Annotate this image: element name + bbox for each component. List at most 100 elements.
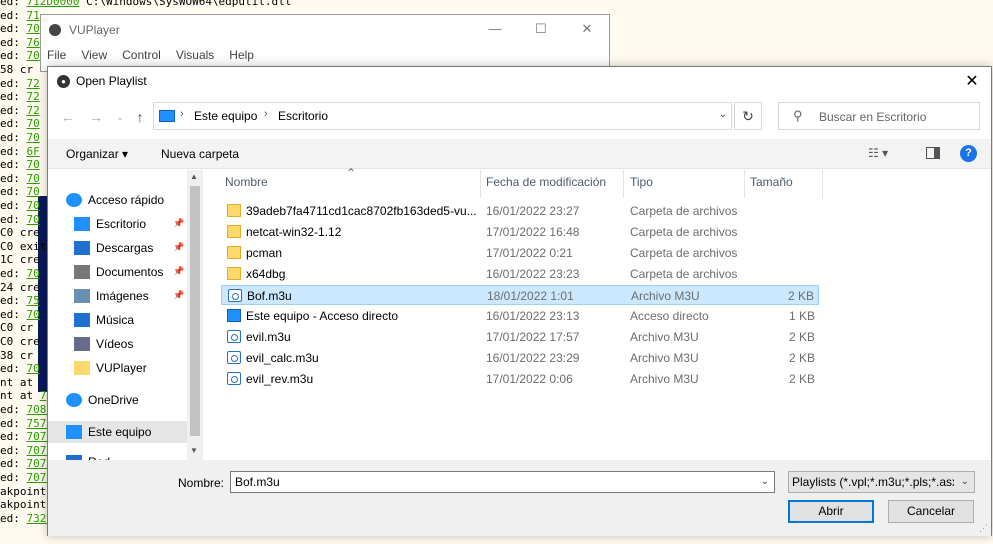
- nav-scroll-thumb[interactable]: [190, 186, 200, 436]
- refresh-icon[interactable]: ↻: [734, 102, 762, 130]
- download-icon: [74, 241, 90, 255]
- up-arrow-icon[interactable]: ↑: [130, 107, 150, 127]
- maximize-icon[interactable]: ☐: [531, 19, 551, 39]
- nav-item-documentos[interactable]: Documentos: [48, 261, 187, 283]
- log-prefix: nt at: [0, 389, 40, 403]
- log-address[interactable]: 70: [27, 362, 40, 375]
- log-address[interactable]: 70: [27, 49, 40, 62]
- log-address[interactable]: 70: [27, 131, 40, 144]
- log-address[interactable]: 71: [27, 9, 40, 22]
- pin-icon[interactable]: 📌: [173, 266, 184, 277]
- nav-item-este-equipo[interactable]: Este equipo: [48, 421, 187, 443]
- log-address[interactable]: 72: [27, 90, 40, 103]
- log-address[interactable]: 72: [27, 104, 40, 117]
- file-row[interactable]: evil.m3u 17/01/2022 17:57 Archivo M3U 2 KB: [221, 327, 819, 347]
- log-address[interactable]: 70: [27, 185, 40, 198]
- log-address[interactable]: 7: [40, 389, 47, 402]
- nav-item-acceso-rápido[interactable]: Acceso rápido: [48, 189, 187, 211]
- log-address[interactable]: 70: [27, 199, 40, 212]
- open-button[interactable]: Abrir: [788, 500, 874, 523]
- chevron-down-icon[interactable]: ⌄: [761, 476, 769, 487]
- chevron-down-icon[interactable]: ⌄: [719, 109, 727, 120]
- resize-grip-icon[interactable]: ⋰: [979, 523, 988, 534]
- file-type: Archivo M3U: [630, 330, 699, 344]
- column-divider[interactable]: [623, 170, 624, 198]
- column-header-size[interactable]: Tamaño: [750, 175, 793, 189]
- menu-file[interactable]: File: [47, 48, 66, 62]
- nav-scrollbar[interactable]: ▲ ▼: [187, 170, 203, 460]
- nav-item-onedrive[interactable]: OneDrive: [48, 389, 187, 411]
- file-row[interactable]: netcat-win32-1.12 17/01/2022 16:48 Carpeta…: [221, 222, 819, 242]
- nav-item-música[interactable]: Música: [48, 309, 187, 331]
- nav-item-vídeos[interactable]: Vídeos: [48, 333, 187, 355]
- breadcrumb-escritorio[interactable]: Escritorio: [278, 109, 328, 123]
- minimize-icon[interactable]: —: [485, 19, 505, 39]
- organize-button[interactable]: Organizar ▾: [66, 147, 128, 161]
- nav-item-red[interactable]: Red: [48, 451, 187, 460]
- pin-icon[interactable]: 📌: [173, 290, 184, 301]
- address-bar[interactable]: › Este equipo › Escritorio ⌄: [153, 102, 732, 130]
- scroll-up-icon[interactable]: ▲: [190, 172, 198, 181]
- log-prefix: ed:: [0, 457, 27, 471]
- file-row[interactable]: Bof.m3u 18/01/2022 1:01 Archivo M3U 2 KB: [221, 285, 819, 305]
- nav-item-descargas[interactable]: Descargas: [48, 237, 187, 259]
- breadcrumb-este-equipo[interactable]: Este equipo: [194, 109, 257, 123]
- column-divider[interactable]: [744, 170, 745, 198]
- column-header-type[interactable]: Tipo: [630, 175, 653, 189]
- log-address[interactable]: 70: [27, 172, 40, 185]
- log-prefix: ed:: [0, 267, 27, 280]
- file-row[interactable]: x64dbg 16/01/2022 23:23 Carpeta de archivo…: [221, 264, 819, 284]
- dialog-close-icon[interactable]: ✕: [959, 70, 985, 94]
- log-address[interactable]: 70: [27, 213, 40, 226]
- log-address[interactable]: 70: [27, 267, 40, 280]
- back-arrow-icon[interactable]: ←: [58, 107, 78, 127]
- file-row[interactable]: pcman 17/01/2022 0:21 Carpeta de archivos: [221, 243, 819, 263]
- pin-icon[interactable]: 📌: [173, 218, 184, 229]
- chevron-down-icon[interactable]: ⌄: [961, 476, 969, 487]
- log-address[interactable]: 76: [27, 36, 40, 49]
- column-divider[interactable]: [822, 170, 823, 198]
- pin-icon[interactable]: 📌: [173, 242, 184, 253]
- search-input[interactable]: ⚲ Buscar en Escritorio: [778, 102, 980, 130]
- log-address[interactable]: 70: [27, 158, 40, 171]
- forward-arrow-icon[interactable]: →: [86, 107, 106, 127]
- menu-help[interactable]: Help: [229, 48, 254, 62]
- nav-item-vuplayer[interactable]: VUPlayer: [48, 357, 187, 379]
- log-line: 38 cr: [0, 349, 33, 362]
- file-row[interactable]: evil_rev.m3u 17/01/2022 0:06 Archivo M3U 2 …: [221, 369, 819, 389]
- log-address[interactable]: 72: [27, 77, 40, 90]
- log-address[interactable]: 70: [27, 22, 40, 35]
- file-row[interactable]: 39adeb7fa4711cd1cac8702fb163ded5-vu... 16…: [221, 201, 819, 221]
- menu-control[interactable]: Control: [122, 48, 161, 62]
- view-options-icon[interactable]: ☷ ▾: [868, 146, 888, 160]
- log-address[interactable]: 712D0000: [27, 0, 80, 8]
- file-row[interactable]: Este equipo - Acceso directo 16/01/2022 2…: [221, 306, 819, 326]
- close-icon[interactable]: ✕: [577, 19, 597, 39]
- preview-pane-icon[interactable]: [926, 147, 940, 159]
- filename-input[interactable]: Bof.m3u ⌄: [230, 471, 775, 493]
- breadcrumb-separator-icon[interactable]: ›: [180, 108, 184, 120]
- log-address[interactable]: 6F: [27, 145, 40, 158]
- cancel-button[interactable]: Cancelar: [888, 500, 974, 523]
- log-line: ed: 7080: [0, 404, 53, 416]
- column-header-name[interactable]: Nombre: [225, 175, 268, 189]
- column-header-date[interactable]: Fecha de modificación: [486, 175, 606, 189]
- file-row[interactable]: evil_calc.m3u 16/01/2022 23:29 Archivo M3U…: [221, 348, 819, 368]
- log-address[interactable]: 70: [27, 308, 40, 321]
- log-prefix: akpoint: [0, 498, 47, 512]
- column-divider[interactable]: [480, 170, 481, 198]
- breadcrumb-separator-icon[interactable]: ›: [264, 108, 268, 120]
- new-folder-button[interactable]: Nueva carpeta: [161, 147, 239, 161]
- log-line: 58 cr: [0, 64, 33, 76]
- nav-item-escritorio[interactable]: Escritorio: [48, 213, 187, 235]
- menu-visuals[interactable]: Visuals: [176, 48, 214, 62]
- log-address[interactable]: 70: [27, 117, 40, 130]
- log-prefix: ed:: [0, 22, 27, 36]
- filetype-select[interactable]: Playlists (*.vpl;*.m3u;*.pls;*.asx; ⌄: [788, 471, 975, 493]
- scroll-down-icon[interactable]: ▼: [190, 446, 198, 455]
- help-icon[interactable]: ?: [960, 145, 977, 162]
- log-address[interactable]: 75: [27, 294, 40, 307]
- menu-view[interactable]: View: [81, 48, 107, 62]
- nav-item-imágenes[interactable]: Imágenes: [48, 285, 187, 307]
- recent-chevron-icon[interactable]: ⌄: [110, 107, 130, 127]
